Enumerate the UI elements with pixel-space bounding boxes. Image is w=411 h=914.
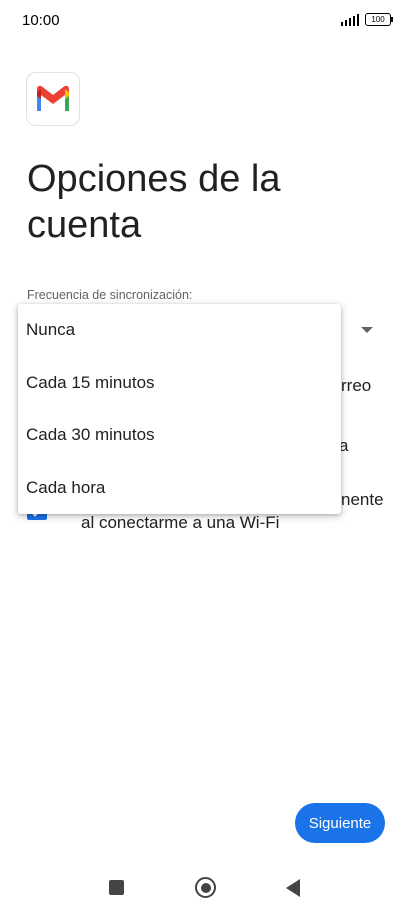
screen: 10:00 100 Opciones de la cuenta Frecuenc… [0,0,411,914]
option-text-fragment: nente [341,490,384,509]
menu-item-15-minutes[interactable]: Cada 15 minutos [18,357,341,410]
status-time: 10:00 [22,12,60,29]
menu-item-never[interactable]: Nunca [18,304,341,357]
status-icons: 100 [340,13,393,26]
battery-icon: 100 [365,13,393,26]
home-icon[interactable] [195,877,216,898]
back-icon[interactable] [286,879,300,897]
recent-apps-icon[interactable] [109,880,124,895]
page-title: Opciones de la cuenta [27,158,281,246]
option-text-fragment: rreo [341,376,372,395]
menu-item-30-minutes[interactable]: Cada 30 minutos [18,409,341,462]
menu-item-hourly[interactable]: Cada hora [18,462,341,515]
chevron-down-icon[interactable] [361,327,373,333]
sync-frequency-menu: Nunca Cada 15 minutos Cada 30 minutos Ca… [18,304,341,514]
gmail-logo-icon [26,72,80,126]
sync-frequency-label: Frecuencia de sincronización: [27,288,193,302]
next-button[interactable]: Siguiente [295,803,385,843]
signal-icon [340,13,359,26]
wifi-download-label: al conectarme a una Wi-Fi [81,513,280,532]
